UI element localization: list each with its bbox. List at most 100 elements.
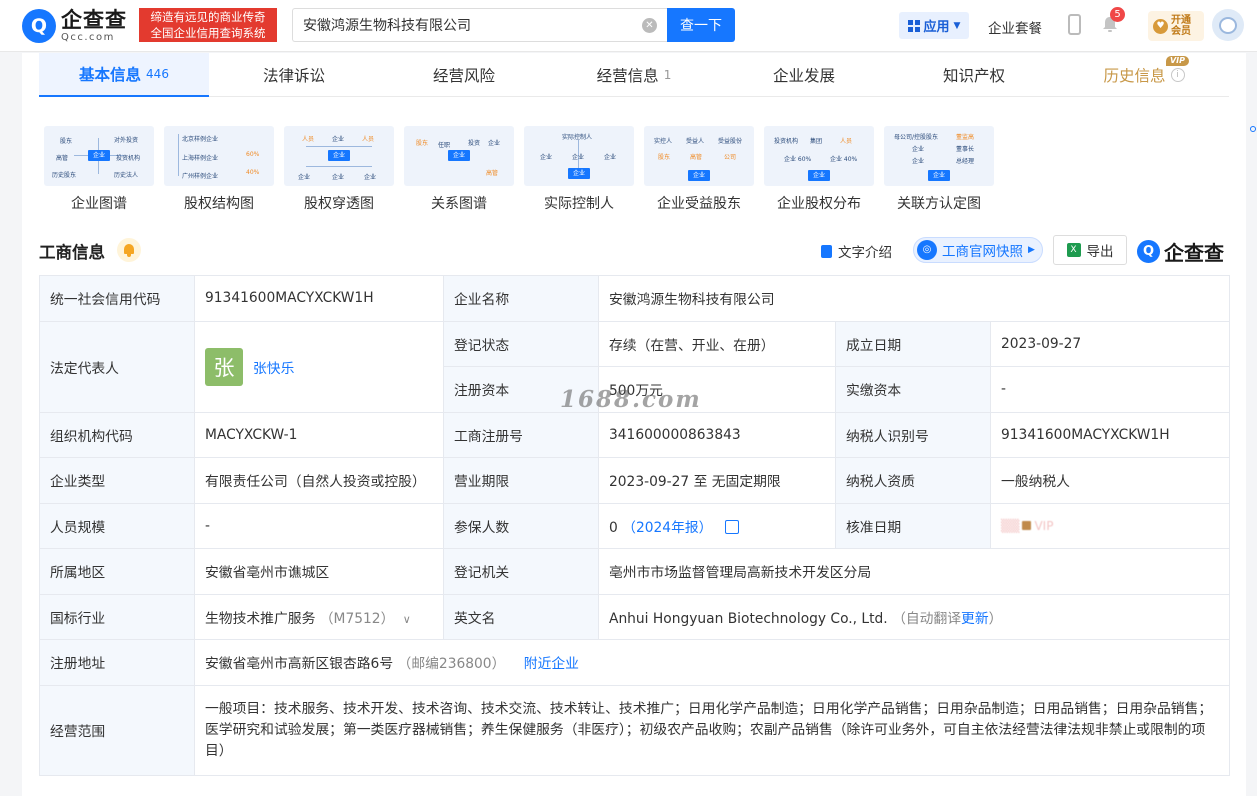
enterprise-package-link[interactable]: 企业套餐 [988,17,1042,37]
mobile-phone-icon[interactable] [1068,14,1081,35]
search-button[interactable]: 查一下 [667,8,735,42]
org-code-value: MACYXCKW-1 [194,411,444,458]
graph-thumbnail: 股东 对外投资 高管 投资机构 历史股东 历史法人 企业 [44,126,154,186]
brand-text: 企查查 [1164,241,1224,265]
industry-code: （M7512） [319,610,395,627]
slogan-line-2: 全国企业信用查询系统 [150,26,266,40]
graph-label: 企业股权分布 [777,196,861,212]
brand-logo-icon: Q [1137,240,1160,263]
table-row: 统一社会信用代码 91341600MACYXCKW1H 企业名称 安徽鸿源生物科… [39,275,1230,322]
chevron-down-icon[interactable]: ∨ [403,613,411,626]
apps-grid-icon [907,19,920,32]
lock-icon [1022,521,1032,531]
postcode: （邮编236800） [397,656,506,673]
legal-rep-link[interactable]: 张快乐 [253,357,294,377]
graph-thumbnail: 人员 企业 人员 企业 企业 企业 企业 [284,126,394,186]
insured-cell: 0 （2024年报） [598,502,836,549]
graph-beneficial-owners[interactable]: 实控人 受益人 受益股份 股东 高管 公司 企业 企业受益股东 [639,126,759,216]
tab-count: 1 [663,68,672,82]
credit-code-label: 统一社会信用代码 [39,275,195,322]
industry-label: 国标行业 [39,593,195,640]
biz-reg-no-label: 工商注册号 [443,411,599,458]
search-input[interactable]: 安徽鸿源生物科技有限公司 ✕ [292,8,667,42]
graph-actual-controller[interactable]: 实际控制人 企业 企业 企业 企业 实际控制人 [519,126,639,216]
graph-relations[interactable]: 股东 任职 投资 企业 高管 企业 关系图谱 [399,126,519,216]
tab-label: 经营风险 [432,67,495,85]
tab-history[interactable]: VIP 历史信息 i [1059,53,1229,97]
graph-equity-distribution[interactable]: 投资机构 集团 人员 企业 60% 企业 40% 企业 企业股权分布 [759,126,879,216]
region-value: 安徽省亳州市谯城区 [194,548,444,595]
graph-label: 企业图谱 [71,196,127,212]
graph-enterprise[interactable]: 股东 对外投资 高管 投资机构 历史股东 历史法人 企业 企业图谱 [39,126,159,216]
taxpayer-qual-label: 纳税人资质 [835,457,991,504]
english-name-label: 英文名 [443,593,599,640]
update-link[interactable]: 更新 [961,611,989,627]
tab-ip[interactable]: 知识产权 [889,53,1059,97]
apps-label: 应用 [923,20,950,35]
founded-value: 2023-09-27 [990,320,1230,367]
excel-icon: X [1066,243,1081,257]
reg-status-label: 登记状态 [443,320,599,367]
info-icon[interactable]: i [1170,68,1185,82]
graph-related-parties[interactable]: 母公司/控股股东 董监高 企业 董事长 企业 总经理 企业 关联方认定图 [879,126,999,216]
tab-business-info[interactable]: 经营信息 1 [549,53,719,97]
tab-development[interactable]: 企业发展 [719,53,889,97]
graph-equity-structure[interactable]: 北京样例企业 上海样例企业 60% 广州样例企业 40% 股权结构图 [159,126,279,216]
search-value: 安徽鸿源生物科技有限公司 [303,18,471,34]
vip-text-line-2: 会员 [1171,26,1191,37]
industry-cell[interactable]: 生物技术推广服务 （M7512） ∨ [194,593,444,640]
vip-masked-label: VIP [1034,518,1054,533]
graph-equity-penetration[interactable]: 人员 企业 人员 企业 企业 企业 企业 股权穿透图 [279,126,399,216]
user-avatar[interactable] [1212,9,1244,41]
table-row: 国标行业 生物技术推广服务 （M7512） ∨ 英文名 Anhui Hongyu… [39,593,1230,640]
graph-label: 企业受益股东 [657,196,741,212]
tab-basic-info[interactable]: 基本信息 446 [39,53,209,97]
clear-icon[interactable]: ✕ [642,18,657,33]
annual-report-link[interactable]: （2024年报） [622,520,712,536]
table-row: 企业类型 有限责任公司（自然人投资或控股） 营业期限 2023-09-27 至 … [39,457,1230,504]
subscribe-bell-icon[interactable] [117,238,141,262]
slogan-banner: 缔造有远见的商业传奇 全国企业信用查询系统 [139,8,277,42]
top-bar: Q 企查查 Qcc.com 缔造有远见的商业传奇 全国企业信用查询系统 安徽鸿源… [0,0,1257,52]
table-row: 法定代表人 张 张快乐 登记状态 存续（在营、开业、在册） 成立日期 2023-… [39,320,1230,413]
logo-cn: 企查查 [61,7,127,32]
company-type-label: 企业类型 [39,457,195,504]
apps-dropdown[interactable]: 应用 ▼ [899,12,969,39]
logo-en: Qcc.com [61,31,115,43]
table-row: 经营范围 一般项目：技术服务、技术开发、技术咨询、技术交流、技术转让、技术推广；… [39,684,1230,776]
staff-size-value: - [194,502,444,549]
business-info-header: 工商信息 文字介绍 ◎ 工商官网快照 ▶ X 导出 Q 企查查 [39,235,1229,265]
authority-value: 亳州市市场监督管理局高新技术开发区分局 [598,548,1230,595]
scroll-indicator-icon[interactable] [1250,126,1256,132]
credit-code-value: 91341600MACYXCKW1H [194,275,444,322]
trend-chart-icon[interactable] [724,519,739,534]
legal-rep-label: 法定代表人 [39,320,195,413]
official-snapshot-button[interactable]: ◎ 工商官网快照 ▶ [913,237,1043,263]
legal-rep-avatar[interactable]: 张 [205,347,243,386]
export-label: 导出 [1086,244,1114,260]
graph-label: 股权结构图 [184,196,254,212]
chevron-right-icon: ▶ [1028,245,1035,255]
tab-operational-risk[interactable]: 经营风险 [379,53,549,97]
auto-translate-note: （自动翻译 [892,610,962,627]
graph-thumbnail: 投资机构 集团 人员 企业 60% 企业 40% 企业 [764,126,874,186]
english-name-cell: Anhui Hongyuan Biotechnology Co., Ltd. （… [598,593,1230,640]
tab-legal[interactable]: 法律诉讼 [209,53,379,97]
document-icon [821,244,832,258]
export-button[interactable]: X 导出 [1053,235,1127,265]
open-vip-button[interactable]: ♥ 开通 会员 [1148,11,1204,41]
snapshot-label: 工商官网快照 [942,244,1023,260]
approval-date-cell[interactable]: ▒▒ VIP [990,502,1230,549]
org-code-label: 组织机构代码 [39,411,195,458]
address-label: 注册地址 [39,639,195,686]
text-intro-button[interactable]: 文字介绍 [821,241,892,261]
authority-label: 登记机关 [443,548,599,595]
qcc-logo[interactable]: Q 企查查 Qcc.com [22,7,138,45]
text-intro-label: 文字介绍 [838,245,892,261]
industry-value: 生物技术推广服务 [205,610,316,627]
nearby-companies-link[interactable]: 附近企业 [524,656,579,672]
scope-label: 经营范围 [39,684,195,776]
tab-label: 企业发展 [772,67,835,85]
blurred-value: ▒▒ [1001,518,1020,533]
company-name-value: 安徽鸿源生物科技有限公司 [598,275,1230,322]
